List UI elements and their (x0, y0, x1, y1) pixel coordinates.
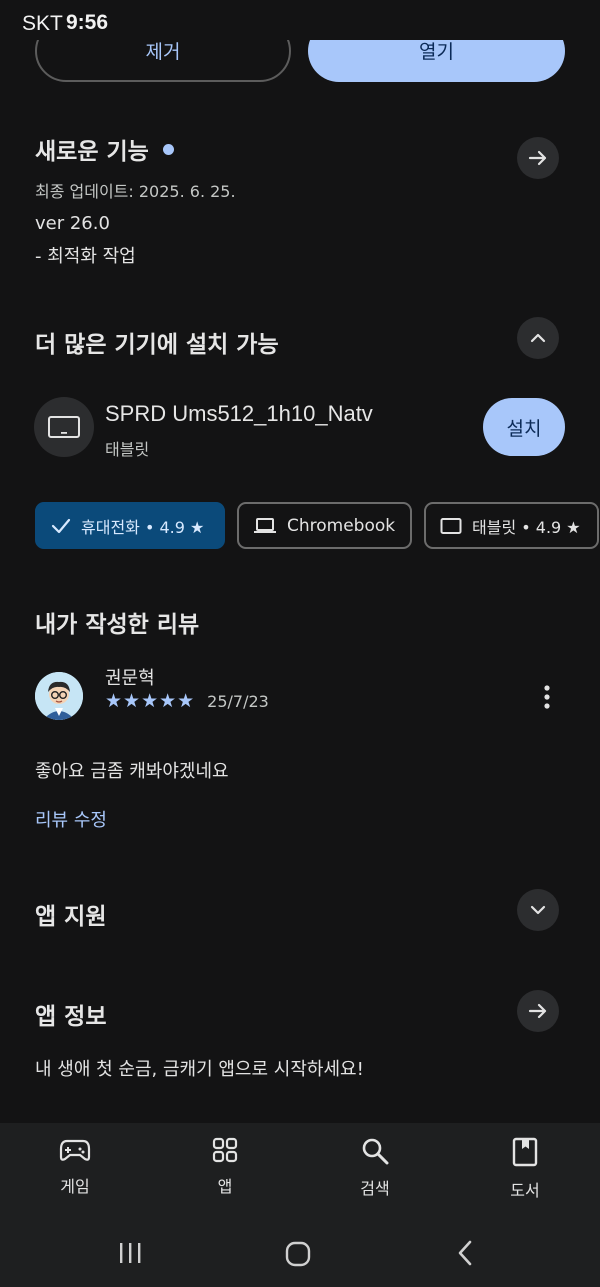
chip-phone[interactable]: 휴대전화 • 4.9 ★ (35, 502, 225, 549)
nav-books-label: 도서 (510, 1181, 540, 1200)
version-text: ver 26.0 (35, 213, 110, 234)
chip-phone-label: 휴대전화 • 4.9 ★ (81, 517, 205, 537)
review-meta: ★★★★★ 25/7/23 (105, 690, 269, 712)
clock-overlay: 9:56 (66, 11, 109, 34)
edit-review-link[interactable]: 리뷰 수정 (35, 806, 107, 832)
carrier-label-overlay: SKT (22, 12, 63, 35)
install-button[interactable]: 설치 (483, 398, 565, 456)
nav-search[interactable]: 검색 (335, 1137, 415, 1199)
app-info-title: 앱 정보 (35, 1004, 107, 1030)
nav-search-label: 검색 (360, 1179, 390, 1198)
app-support-expand-button[interactable] (517, 889, 559, 931)
laptop-icon (254, 517, 276, 533)
home-icon[interactable] (284, 1240, 312, 1268)
chip-chromebook-label: Chromebook (287, 515, 396, 536)
avatar (35, 672, 83, 720)
gamepad-icon (59, 1139, 91, 1161)
more-vert-icon (544, 685, 550, 709)
chevron-up-icon (530, 333, 546, 343)
search-icon (362, 1138, 389, 1165)
apps-grid-icon (212, 1137, 238, 1163)
back-icon[interactable] (455, 1239, 475, 1267)
nav-games[interactable]: 게임 (35, 1137, 115, 1197)
review-date: 25/7/23 (207, 691, 269, 711)
recent-apps-icon[interactable] (117, 1241, 143, 1265)
arrow-right-icon (528, 150, 547, 166)
tablet-icon (48, 416, 80, 438)
review-stars: ★★★★★ (105, 690, 196, 712)
app-description: 내 생애 첫 순금, 금캐기 앱으로 시작하세요! (35, 1059, 364, 1080)
tablet-icon (440, 517, 462, 534)
version-note: - 최적화 작업 (35, 246, 136, 267)
new-indicator-dot (162, 143, 174, 155)
nav-apps[interactable]: 앱 (185, 1137, 265, 1197)
review-text: 좋아요 금좀 캐봐야겠네요 (35, 761, 229, 782)
user-avatar-icon (35, 672, 83, 720)
bottom-nav: 게임 앱 검색 도서 (0, 1123, 600, 1223)
device-name: SPRD Ums512_1h10_Natv (105, 401, 373, 426)
review-more-button[interactable] (534, 680, 560, 714)
nav-games-label: 게임 (60, 1177, 90, 1196)
device-avatar (34, 397, 94, 457)
chip-chromebook[interactable]: Chromebook (237, 502, 412, 549)
app-support-title: 앱 지원 (35, 904, 107, 930)
more-devices-title: 더 많은 기기에 설치 가능 (35, 332, 279, 358)
nav-books[interactable]: 도서 (485, 1137, 565, 1201)
last-updated: 최종 업데이트: 2025. 6. 25. (35, 182, 236, 201)
device-type: 태블릿 (105, 440, 150, 459)
book-icon (512, 1137, 538, 1167)
my-review-title: 내가 작성한 리뷰 (35, 612, 200, 638)
status-bar-overlay: SKT 9:56 (0, 0, 600, 52)
whats-new-arrow-button[interactable] (517, 137, 559, 179)
chip-tablet-label: 태블릿 • 4.9 ★ (472, 517, 581, 537)
check-icon (51, 518, 71, 533)
review-author: 권문혁 (105, 668, 155, 689)
app-info-arrow-button[interactable] (517, 990, 559, 1032)
collapse-button[interactable] (517, 317, 559, 359)
system-nav-bar (0, 1223, 600, 1287)
install-button-label: 설치 (506, 417, 542, 440)
chevron-down-icon (530, 905, 546, 915)
nav-apps-label: 앱 (217, 1177, 233, 1196)
whats-new-section[interactable]: 새로운 기능 최종 업데이트: 2025. 6. 25. (35, 132, 565, 202)
chip-tablet[interactable]: 태블릿 • 4.9 ★ (424, 502, 599, 549)
arrow-right-icon (528, 1003, 547, 1019)
whats-new-title: 새로운 기능 (35, 139, 149, 165)
